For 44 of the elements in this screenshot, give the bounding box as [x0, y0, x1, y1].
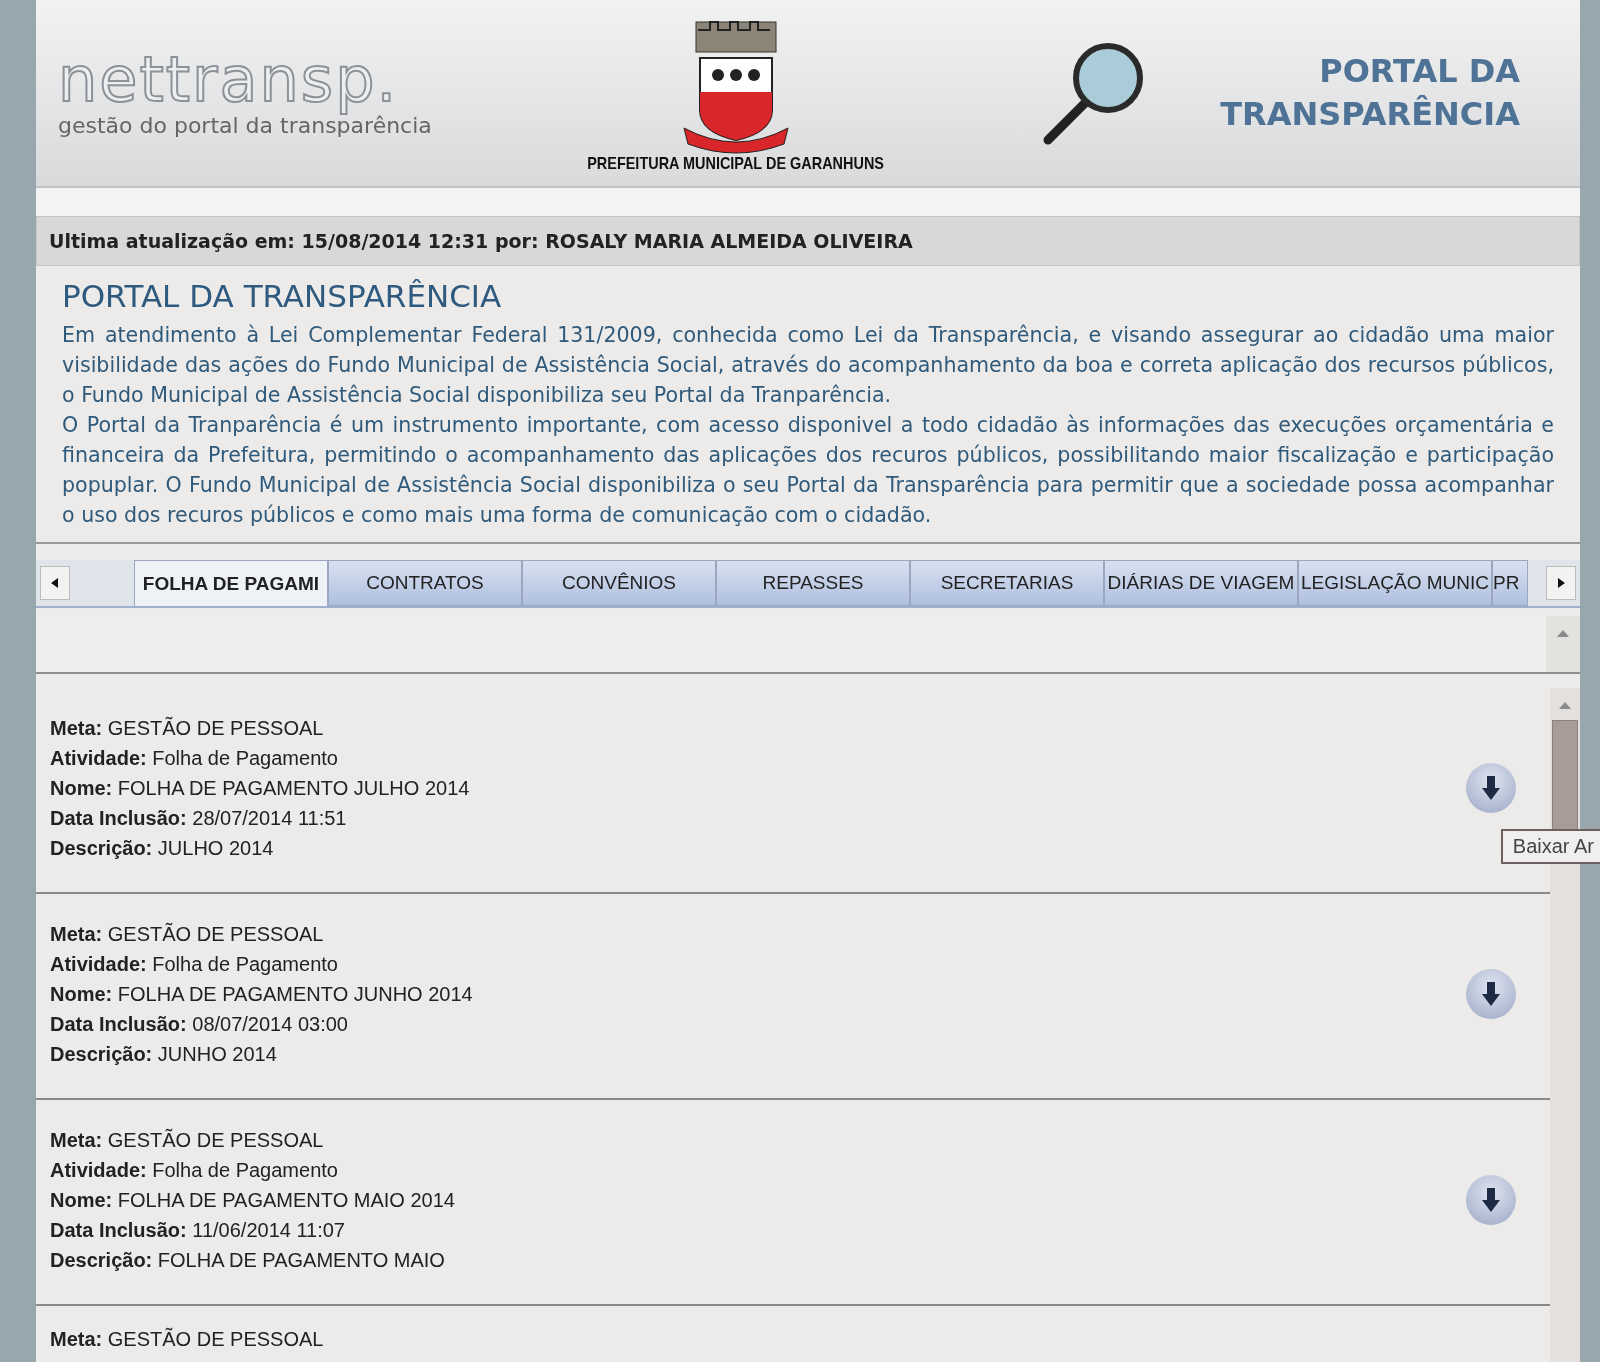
tab[interactable]: DIÁRIAS DE VIAGEM — [1104, 560, 1298, 606]
tab[interactable]: PR — [1492, 560, 1528, 606]
record-field: Descrição: FOLHA DE PAGAMENTO MAIO — [50, 1245, 455, 1275]
scroll-up-icon[interactable] — [1556, 628, 1570, 638]
tab[interactable]: REPASSES — [716, 560, 910, 606]
download-button[interactable] — [1466, 969, 1516, 1019]
record-field: Data Inclusão: 28/07/2014 11:51 — [50, 803, 470, 833]
record-field: Nome: FOLHA DE PAGAMENTO MAIO 2014 — [50, 1185, 455, 1215]
tooltip: Baixar Ar — [1500, 829, 1600, 864]
tab[interactable]: LEGISLAÇÃO MUNIC — [1298, 560, 1492, 606]
section-title: PORTAL DA TRANSPARÊNCIA — [62, 278, 503, 314]
record-field: Nome: FOLHA DE PAGAMENTO JUNHO 2014 — [50, 979, 473, 1009]
download-button[interactable] — [1466, 1175, 1516, 1225]
record-field: Meta: GESTÃO DE PESSOAL — [50, 919, 473, 949]
tab[interactable]: CONTRATOS — [328, 560, 522, 606]
tab[interactable]: FOLHA DE PAGAMI — [134, 560, 328, 606]
scroll-up-icon[interactable] — [1558, 700, 1572, 710]
download-arrow-icon — [1481, 1187, 1501, 1213]
record-field: Data Inclusão: 11/06/2014 11:07 — [50, 1215, 455, 1245]
city-name: PREFEITURA MUNICIPAL DE GARANHUNS — [587, 154, 885, 174]
intro-paragraph: Em atendimento à Lei Complementar Federal 131/2009, conhecida como Lei da Transparência, e visando assegurar ao cidadão uma maior visibilidade das ações do Fundo Municipal de Assistência Social, através do acompanhamento da boa e correta aplicação dos recursos públicos, o Fundo Municipal de Assistência Social disponibiliza seu Portal da Tranparência. — [62, 322, 1554, 409]
tab[interactable]: CONVÊNIOS — [522, 560, 716, 606]
intro-paragraph: O Portal da Tranparência é um instrumento importante, com acesso disponivel a todo cidadão às informações das execuções orçamentária e financeira da Prefeitura, permitindo o acompanhamento das aplicações dos recuros públicos, possibilitando maior fiscalização e participação popuplar. O Fundo Municipal de Assistência Social disponibiliza o seu Portal da Transparência para permitir que a sociedade possa acompanhar o uso dos recuros públicos e como mais uma forma de comunicação com o cidadão. — [62, 412, 1554, 529]
record-field: Meta: GESTÃO DE PESSOAL — [50, 713, 470, 743]
scroll-left-button[interactable] — [40, 566, 70, 600]
left-arrow-icon — [51, 578, 59, 588]
record-field: Meta: GESTÃO DE PESSOAL — [50, 1324, 324, 1354]
scrollbar[interactable] — [1546, 616, 1580, 672]
download-button[interactable] — [1466, 763, 1516, 813]
record-field: Data Inclusão: 08/07/2014 03:00 — [50, 1009, 473, 1039]
record-field: Atividade: Folha de Pagamento — [50, 743, 470, 773]
download-arrow-icon — [1481, 775, 1501, 801]
last-update-bar: Ultima atualização em: 15/08/2014 12:31 por: ROSALY MARIA ALMEIDA OLIVEIRA — [36, 216, 1580, 266]
record-field: Descrição: JULHO 2014 — [50, 833, 470, 863]
portal-title: PORTAL DA TRANSPARÊNCIA — [1219, 50, 1520, 135]
right-arrow-icon — [1557, 578, 1565, 588]
record-field: Nome: FOLHA DE PAGAMENTO JULHO 2014 — [50, 773, 470, 803]
download-arrow-icon — [1481, 981, 1501, 1007]
scroll-right-button[interactable] — [1546, 566, 1576, 600]
record-field: Descrição: JUNHO 2014 — [50, 1039, 473, 1069]
record-field: Atividade: Folha de Pagamento — [50, 1155, 455, 1185]
tab[interactable]: SECRETARIAS — [910, 560, 1104, 606]
record-field: Meta: GESTÃO DE PESSOAL — [50, 1125, 455, 1155]
record-field: Atividade: Folha de Pagamento — [50, 949, 473, 979]
